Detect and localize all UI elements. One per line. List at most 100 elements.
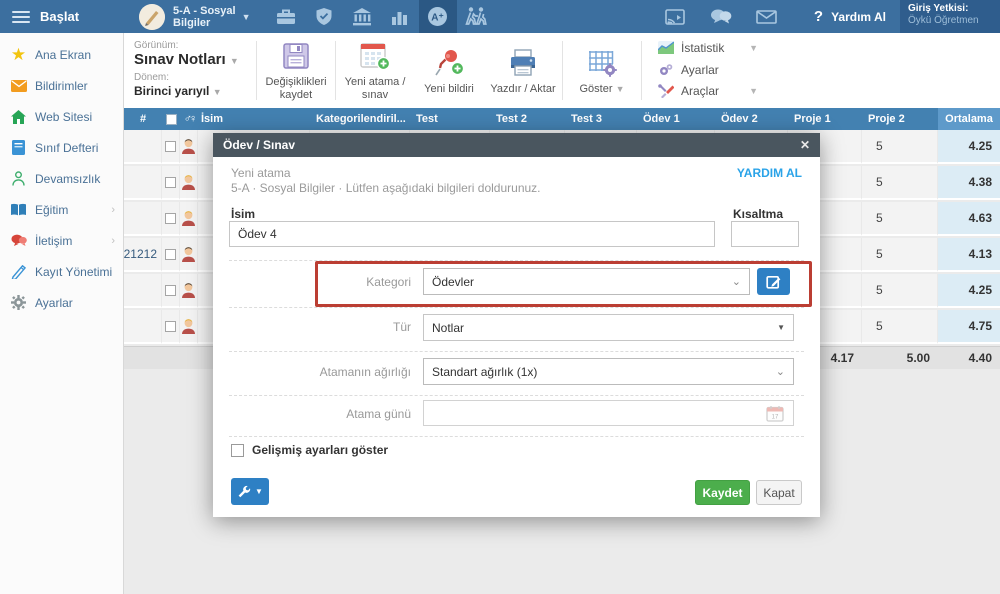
student-avatar <box>180 166 198 200</box>
term-label: Dönem: <box>134 72 170 83</box>
caret-down-icon: ▼ <box>255 487 263 496</box>
new-assignment-button[interactable]: Yeni atama / sınav <box>338 33 412 108</box>
attendance-icon[interactable] <box>457 0 495 33</box>
sidebar-item-website[interactable]: Web Sitesi <box>0 101 123 132</box>
cancel-button[interactable]: Kapat <box>756 480 802 505</box>
row-checkbox[interactable] <box>165 212 176 224</box>
col-test2[interactable]: Test 2 <box>490 108 565 130</box>
chevron-down-icon: ▼ <box>229 56 239 66</box>
cast-icon[interactable] <box>652 0 698 33</box>
col-test3[interactable]: Test 3 <box>565 108 637 130</box>
date-field[interactable] <box>423 400 794 426</box>
dialog-titlebar[interactable]: Ödev / Sınav ✕ <box>213 133 820 157</box>
sidebar-item-records[interactable]: Kayıt Yönetimi <box>0 256 123 287</box>
chevron-down-icon: ▼ <box>241 11 251 22</box>
grades-icon[interactable]: A⁺ <box>418 0 457 33</box>
close-icon[interactable]: ✕ <box>800 138 810 152</box>
grade-cell-proje2[interactable]: 5 <box>862 130 938 164</box>
grade-cell-proje2[interactable]: 5 <box>862 202 938 236</box>
col-average[interactable]: Ortalama <box>938 108 1000 130</box>
sidebar-item-settings[interactable]: Ayarlar <box>0 287 123 318</box>
sidebar-item-home[interactable]: ★ Ana Ekran <box>0 39 123 70</box>
row-checkbox[interactable] <box>165 248 176 260</box>
star-icon: ★ <box>10 45 27 64</box>
grade-cell-proje2[interactable]: 5 <box>862 166 938 200</box>
advanced-checkbox[interactable] <box>231 443 244 457</box>
col-test[interactable]: Test <box>410 108 490 130</box>
show-button[interactable]: Göster ▼ <box>565 33 639 108</box>
row-checkbox[interactable] <box>165 284 176 296</box>
category-select[interactable]: Ödevler ⌄ <box>423 268 750 295</box>
chevron-down-icon: ▼ <box>615 83 625 94</box>
student-avatar <box>180 130 198 164</box>
summary-proje2: 5.00 <box>862 347 938 369</box>
statistics-icon <box>658 41 674 55</box>
wrench-icon <box>238 485 251 497</box>
topbar: Başlat 5-A - Sosyal Bilgiler ▼ A⁺ ? Yard… <box>0 0 1000 33</box>
type-select[interactable]: Notlar ▼ <box>423 314 794 341</box>
get-help-link[interactable]: YARDIM AL <box>737 166 802 180</box>
col-proje2[interactable]: Proje 2 <box>862 108 938 130</box>
type-label: Tür <box>393 320 411 334</box>
edit-icon <box>766 275 781 289</box>
row-checkbox[interactable] <box>165 176 176 188</box>
dialog-heading: Yeni atama <box>231 166 291 180</box>
bar-chart-icon[interactable] <box>381 0 419 33</box>
tools-icon <box>658 84 674 98</box>
calendar-icon[interactable]: 17 <box>766 405 786 423</box>
save-button[interactable]: Kaydet <box>695 480 750 505</box>
save-changes-button[interactable]: Değişiklikleri kaydet <box>259 33 333 108</box>
dialog-title: Ödev / Sınav <box>223 138 296 152</box>
home-icon <box>10 108 27 125</box>
col-odev1[interactable]: Ödev 1 <box>637 108 715 130</box>
chat-icon[interactable] <box>698 0 744 33</box>
institution-icon[interactable] <box>343 0 381 33</box>
sidebar-item-notifications[interactable]: Bildirimler <box>0 70 123 101</box>
advanced-settings-toggle[interactable]: Gelişmiş ayarları göster <box>231 443 388 457</box>
new-post-button[interactable]: Yeni bildiri <box>412 33 486 108</box>
name-field[interactable] <box>229 221 715 247</box>
tools-menu[interactable]: Araçlar ▼ <box>658 84 764 98</box>
class-selector[interactable]: 5-A - Sosyal Bilgiler ▼ <box>139 3 251 30</box>
row-checkbox[interactable] <box>165 140 176 152</box>
col-category[interactable]: Kategorilendiril... <box>310 108 410 130</box>
average-cell: 4.38 <box>938 166 1000 200</box>
term-selector[interactable]: Birinci yarıyıl ▼ <box>134 84 244 98</box>
col-proje1[interactable]: Proje 1 <box>788 108 862 130</box>
grid-gear-icon <box>589 50 617 77</box>
chevron-right-icon: › <box>111 203 115 216</box>
grade-cell-proje2[interactable]: 5 <box>862 310 938 344</box>
average-cell: 4.25 <box>938 274 1000 308</box>
sidebar-item-education[interactable]: Eğitim › <box>0 194 123 225</box>
settings-menu[interactable]: Ayarlar <box>658 63 764 77</box>
mail-icon[interactable] <box>744 0 790 33</box>
abbr-field[interactable] <box>731 221 799 247</box>
select-all-checkbox[interactable] <box>162 108 180 130</box>
edit-category-button[interactable] <box>757 268 790 295</box>
col-odev2[interactable]: Ödev 2 <box>715 108 788 130</box>
sidebar-item-absence[interactable]: Devamsızlık <box>0 163 123 194</box>
briefcase-icon[interactable] <box>267 0 305 33</box>
shield-icon[interactable] <box>305 0 343 33</box>
col-name[interactable]: İsim <box>198 108 310 130</box>
gender-icon[interactable]: ♂♀ <box>180 108 198 130</box>
sidebar-item-gradebook[interactable]: Sınıf Defteri <box>0 132 123 163</box>
gears-icon <box>658 63 674 77</box>
row-checkbox[interactable] <box>165 320 176 332</box>
menu-icon[interactable] <box>12 8 30 26</box>
person-icon <box>10 170 27 187</box>
print-export-button[interactable]: Yazdır / Aktar <box>486 33 560 108</box>
tools-dropdown-button[interactable]: ▼ <box>231 478 269 505</box>
statistics-menu[interactable]: İstatistik ▼ <box>658 41 764 55</box>
start-button[interactable]: Başlat <box>40 9 79 24</box>
weight-select[interactable]: Standart ağırlık (1x) ⌄ <box>423 358 794 385</box>
sidebar-item-communication[interactable]: İletişim › <box>0 225 123 256</box>
grade-cell-proje2[interactable]: 5 <box>862 274 938 308</box>
col-num[interactable]: # <box>124 108 162 130</box>
help-button[interactable]: ? Yardım Al <box>814 8 886 25</box>
view-selector[interactable]: Sınav Notları ▼ <box>134 51 244 68</box>
pushpin-plus-icon <box>435 49 465 75</box>
grade-cell-proje2[interactable]: 5 <box>862 238 938 272</box>
login-user-box[interactable]: Giriş Yetkisi: Öykü Öğretmen <box>900 0 1000 33</box>
svg-text:A⁺: A⁺ <box>431 13 444 24</box>
